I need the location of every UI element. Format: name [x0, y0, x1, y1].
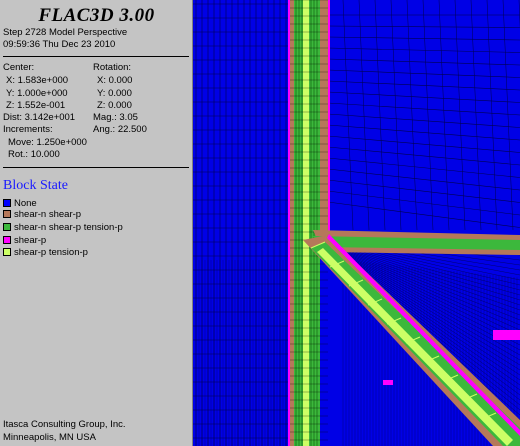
- rotation-increment: Rot.: 10.000: [8, 149, 60, 160]
- rotation-x: X: 0.000: [97, 75, 133, 86]
- rotation-z: Z: 0.000: [97, 100, 132, 111]
- legend-item: shear-n shear-p: [3, 209, 81, 220]
- angle: Ang.: 22.500: [93, 124, 147, 135]
- edge-patch: [383, 380, 393, 385]
- info-panel: FLAC3D 3.00 Step 2728 Model Perspective …: [0, 0, 193, 446]
- increments-label: Increments:: [3, 124, 53, 135]
- rotation-label: Rotation:: [93, 62, 132, 73]
- divider: [3, 56, 189, 57]
- flac3d-window: FLAC3D 3.00 Step 2728 Model Perspective …: [0, 0, 520, 446]
- edge-patch: [493, 330, 520, 340]
- legend-item: shear-p tension-p: [3, 247, 88, 258]
- step-line: Step 2728 Model Perspective: [3, 27, 128, 38]
- move-increment: Move: 1.250e+000: [8, 137, 87, 148]
- company-name: Itasca Consulting Group, Inc.: [3, 419, 126, 430]
- shaft-edge-right: [328, 0, 330, 240]
- center-x: X: 1.583e+000: [6, 75, 69, 86]
- legend-item: None: [3, 198, 37, 209]
- magnification: Mag.: 3.05: [93, 112, 138, 123]
- shaft-center-yellow: [303, 0, 309, 446]
- legend-swatch: [3, 236, 11, 244]
- shaft-edge-left: [288, 0, 290, 446]
- timestamp-line: 09:59:36 Thu Dec 23 2010: [3, 39, 116, 50]
- center-z: Z: 1.552e-001: [6, 100, 66, 111]
- company-location: Minneapolis, MN USA: [3, 432, 96, 443]
- center-y: Y: 1.000e+000: [6, 88, 68, 99]
- legend-title: Block State: [3, 178, 68, 193]
- center-label: Center:: [3, 62, 35, 73]
- mesh-plot: [193, 0, 520, 446]
- legend-swatch: [3, 223, 11, 231]
- rotation-y: Y: 0.000: [97, 88, 132, 99]
- legend-item: shear-n shear-p tension-p: [3, 222, 123, 233]
- legend-swatch: [3, 210, 11, 218]
- legend-item: shear-p: [3, 235, 46, 246]
- model-viewport[interactable]: [193, 0, 520, 446]
- legend-swatch: [3, 248, 11, 256]
- divider: [3, 167, 189, 168]
- distance: Dist: 3.142e+001: [3, 112, 76, 123]
- app-title: FLAC3D 3.00: [38, 5, 155, 26]
- legend-swatch: [3, 199, 11, 207]
